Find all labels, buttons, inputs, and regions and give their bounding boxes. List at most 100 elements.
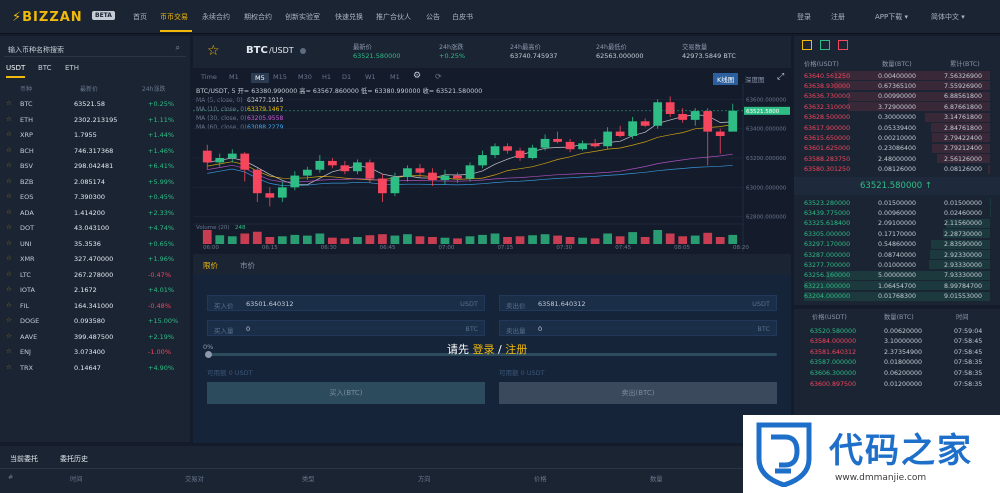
- sell-amount-field[interactable]: 卖出量 0 BTC: [499, 320, 777, 336]
- interval-button[interactable]: W1: [365, 73, 376, 81]
- interval-button[interactable]: H1: [322, 73, 331, 81]
- favorite-star-icon[interactable]: ☆: [6, 99, 12, 107]
- bids-row[interactable]: 63256.160000 5.00000000 7.93330000: [802, 270, 990, 281]
- tab-eth[interactable]: ETH: [65, 64, 79, 78]
- tab-btc[interactable]: BTC: [38, 64, 52, 78]
- nav-spot-trade[interactable]: 币币交易: [160, 12, 188, 22]
- buy-amount-field[interactable]: 买入量 0 BTC: [207, 320, 485, 336]
- favorite-star-icon[interactable]: ☆: [6, 161, 12, 169]
- login-link[interactable]: 登录: [797, 12, 811, 22]
- market-row[interactable]: ☆ AAVE 399.487500 +2.19%: [0, 329, 190, 345]
- orderbook-asks-icon[interactable]: [838, 40, 848, 50]
- market-row[interactable]: ☆ LTC 267.278000 -0.47%: [0, 267, 190, 283]
- login-prompt-link[interactable]: 登录: [473, 343, 495, 356]
- bids-row[interactable]: 63277.700000 0.01000000 2.93330000: [802, 260, 990, 270]
- favorite-star-icon[interactable]: ☆: [6, 363, 12, 371]
- favorite-star-icon[interactable]: ☆: [6, 130, 12, 138]
- market-row[interactable]: ☆ XRP 1.7955 +1.44%: [0, 127, 190, 143]
- market-row[interactable]: ☆ ADA 1.414200 +2.33%: [0, 205, 190, 221]
- market-row[interactable]: ☆ DOT 43.043100 +4.74%: [0, 220, 190, 236]
- favorite-star-icon[interactable]: ☆: [6, 301, 12, 309]
- chart-tools-icon[interactable]: ⟳: [435, 72, 442, 81]
- register-link[interactable]: 注册: [831, 12, 845, 22]
- market-row[interactable]: ☆ DOGE 0.093580 +15.00%: [0, 313, 190, 329]
- favorite-star-icon[interactable]: ☆: [6, 146, 12, 154]
- favorite-star-icon[interactable]: ☆: [6, 208, 12, 216]
- market-row[interactable]: ☆ FIL 164.341000 -0.48%: [0, 298, 190, 314]
- language-select[interactable]: 简体中文 ▾: [931, 12, 965, 22]
- interval-button[interactable]: Time: [201, 73, 217, 81]
- favorite-star-icon[interactable]: ☆: [6, 332, 12, 340]
- favorite-star-icon[interactable]: ☆: [207, 43, 220, 59]
- app-download[interactable]: APP下载 ▾: [875, 12, 908, 22]
- buy-price-field[interactable]: 买入价 63501.640312 USDT: [207, 295, 485, 311]
- favorite-star-icon[interactable]: ☆: [6, 192, 12, 200]
- search-box[interactable]: 输入币种名称搜索 ⌕: [4, 39, 186, 57]
- nav-announcement[interactable]: 公告: [426, 12, 440, 22]
- tab-open-orders[interactable]: 当前委托: [10, 454, 38, 464]
- logo[interactable]: ⚡BIZZAN: [12, 10, 83, 25]
- nav-swap[interactable]: 快速兑换: [335, 12, 363, 22]
- market-row[interactable]: ☆ TRX 0.14647 +4.90%: [0, 360, 190, 376]
- favorite-star-icon[interactable]: ☆: [6, 285, 12, 293]
- search-icon[interactable]: ⌕: [176, 43, 180, 53]
- bids-row[interactable]: 63325.618400 2.09100000 2.11560000: [802, 218, 990, 229]
- interval-button[interactable]: M5: [251, 73, 269, 83]
- interval-button[interactable]: M1: [229, 73, 239, 81]
- favorite-star-icon[interactable]: ☆: [6, 347, 12, 355]
- nav-perpetual[interactable]: 永续合约: [202, 12, 230, 22]
- sell-button[interactable]: 卖出(BTC): [499, 382, 777, 404]
- favorite-star-icon[interactable]: ☆: [6, 177, 12, 185]
- market-row[interactable]: ☆ UNI 35.3536 +0.65%: [0, 236, 190, 252]
- bids-row[interactable]: 63287.000000 0.08740000 2.92330000: [802, 250, 990, 260]
- orderbook-both-icon[interactable]: [802, 40, 812, 50]
- nav-home[interactable]: 首页: [133, 12, 147, 22]
- buy-button[interactable]: 买入(BTC): [207, 382, 485, 404]
- indicator-settings-icon[interactable]: ⚙: [413, 71, 421, 81]
- bids-row[interactable]: 63297.170000 0.54860000 2.83590000: [802, 239, 990, 250]
- asks-row[interactable]: 63640.561250 0.00400000 7.56326900: [802, 71, 990, 81]
- orderbook-bids-icon[interactable]: [820, 40, 830, 50]
- interval-button[interactable]: M1: [390, 73, 400, 81]
- asks-row[interactable]: 63632.310000 3.72900000 6.87661800: [802, 102, 990, 112]
- sell-price-field[interactable]: 卖出价 63581.640312 USDT: [499, 295, 777, 311]
- favorite-star-icon[interactable]: ☆: [6, 254, 12, 262]
- depth-button[interactable]: 深度图: [745, 74, 765, 84]
- bids-row[interactable]: 63221.000000 1.06454700 8.99784700: [802, 281, 990, 291]
- asks-row[interactable]: 63617.900000 0.05339400 2.84761800: [802, 123, 990, 133]
- market-row[interactable]: ☆ BTC 63521.58 +0.25%: [0, 96, 190, 112]
- tab-order-history[interactable]: 委托历史: [60, 454, 88, 464]
- tab-usdt[interactable]: USDT: [6, 64, 26, 78]
- market-row[interactable]: ☆ ENJ 3.073400 -1.00%: [0, 344, 190, 360]
- asks-row[interactable]: 63615.650000 0.00210000 2.79422400: [802, 133, 990, 143]
- info-icon[interactable]: [300, 48, 306, 54]
- market-row[interactable]: ☆ ETH 2302.213195 +1.11%: [0, 112, 190, 128]
- asks-row[interactable]: 63580.301250 0.08126000 0.08126000: [802, 164, 990, 175]
- nav-partner[interactable]: 推广合伙人: [376, 12, 411, 22]
- nav-options[interactable]: 期权合约: [244, 12, 272, 22]
- favorite-star-icon[interactable]: ☆: [6, 316, 12, 324]
- kline-chart[interactable]: Time M1 M5 M15 M30 H1 D1 W1 M1 ⚙ ⟳ K线图 深度图 ⤢ BTC/U…: [193, 70, 791, 252]
- asks-row[interactable]: 63638.930000 0.67365100 7.55926900: [802, 81, 990, 91]
- search-input[interactable]: 输入币种名称搜索: [8, 45, 64, 55]
- favorite-star-icon[interactable]: ☆: [6, 239, 12, 247]
- chart-canvas[interactable]: 63600.000000 63400.000000 63200.000000 6300…: [193, 84, 791, 252]
- bids-row[interactable]: 63204.000000 0.01768300 9.01553000: [802, 291, 990, 302]
- asks-row[interactable]: 63588.283750 2.48000000 2.56126000: [802, 154, 990, 164]
- interval-button[interactable]: M15: [273, 73, 287, 81]
- bids-row[interactable]: 63523.280000 0.01500000 0.01500000: [802, 198, 990, 208]
- asks-row[interactable]: 63636.730000 0.00990000 6.88561800: [802, 91, 990, 102]
- slider-handle[interactable]: [205, 351, 212, 358]
- nav-lab[interactable]: 创新实验室: [285, 12, 320, 22]
- asks-row[interactable]: 63601.625000 0.23086400 2.79212400: [802, 143, 990, 154]
- market-row[interactable]: ☆ XMR 327.470000 +1.96%: [0, 251, 190, 267]
- market-row[interactable]: ☆ BCH 746.317368 +1.46%: [0, 143, 190, 159]
- market-row[interactable]: ☆ BZB 2.085174 +5.99%: [0, 174, 190, 190]
- fullscreen-icon[interactable]: ⤢: [777, 72, 784, 82]
- market-row[interactable]: ☆ IOTA 2.1672 +4.01%: [0, 282, 190, 298]
- nav-whitepaper[interactable]: 白皮书: [452, 12, 473, 22]
- register-prompt-link[interactable]: 注册: [505, 343, 527, 356]
- asks-row[interactable]: 63628.500000 0.30000000 3.14761800: [802, 112, 990, 123]
- interval-button[interactable]: M30: [298, 73, 312, 81]
- bids-row[interactable]: 63305.000000 0.17170000 2.28730000: [802, 229, 990, 239]
